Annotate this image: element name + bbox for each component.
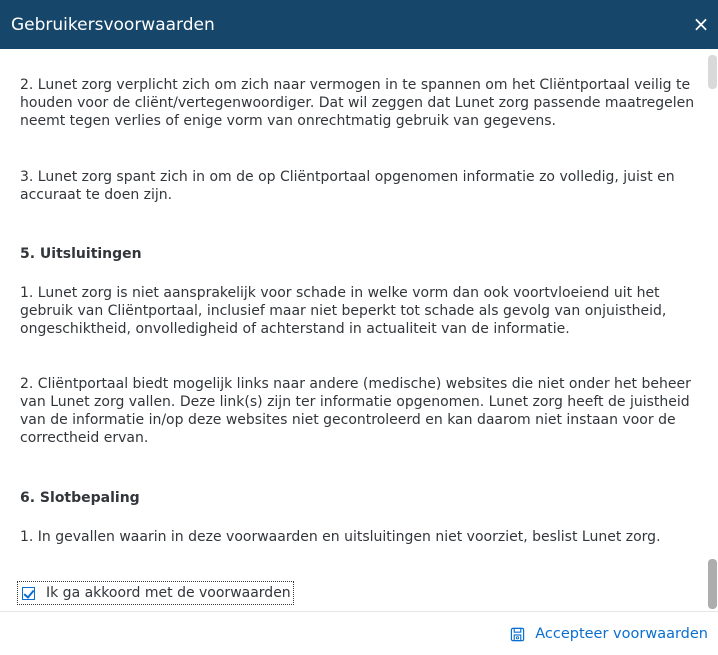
terms-paragraph: 3. Lunet zorg spant zich in om de op Cli… xyxy=(20,169,675,203)
scrollbar-thumb[interactable] xyxy=(708,559,717,609)
dialog-header: Gebruikersvoorwaarden × xyxy=(0,0,718,49)
save-icon xyxy=(511,627,525,641)
terms-paragraph: 2. Lunet zorg verplicht zich om zich naa… xyxy=(20,77,695,129)
dialog-footer: Accepteer voorwaarden xyxy=(0,611,718,655)
scrollbar-top-edge xyxy=(708,55,717,89)
agree-checkbox[interactable] xyxy=(22,586,35,600)
scrollbar[interactable] xyxy=(707,49,718,611)
agree-label[interactable]: Ik ga akkoord met de voorwaarden xyxy=(46,585,291,601)
accept-terms-label: Accepteer voorwaarden xyxy=(535,626,708,642)
terms-paragraph: 1. In gevallen waarin in deze voorwaarde… xyxy=(20,529,661,545)
dialog-title: Gebruikersvoorwaarden xyxy=(11,14,215,35)
terms-content[interactable]: 2. Lunet zorg verplicht zich om zich naa… xyxy=(0,49,707,611)
accept-terms-button[interactable]: Accepteer voorwaarden xyxy=(510,626,708,642)
section-heading: 6. Slotbepaling xyxy=(20,490,140,506)
terms-paragraph: 1. Lunet zorg is niet aansprakelijk voor… xyxy=(20,285,667,337)
terms-paragraph: 2. Cliëntportaal biedt mogelijk links na… xyxy=(20,376,691,446)
terms-dialog: Gebruikersvoorwaarden × 2. Lunet zorg ve… xyxy=(0,0,718,655)
agree-checkbox-row[interactable]: Ik ga akkoord met de voorwaarden xyxy=(17,581,294,605)
close-button[interactable]: × xyxy=(690,12,712,36)
section-heading: 5. Uitsluitingen xyxy=(20,246,142,262)
